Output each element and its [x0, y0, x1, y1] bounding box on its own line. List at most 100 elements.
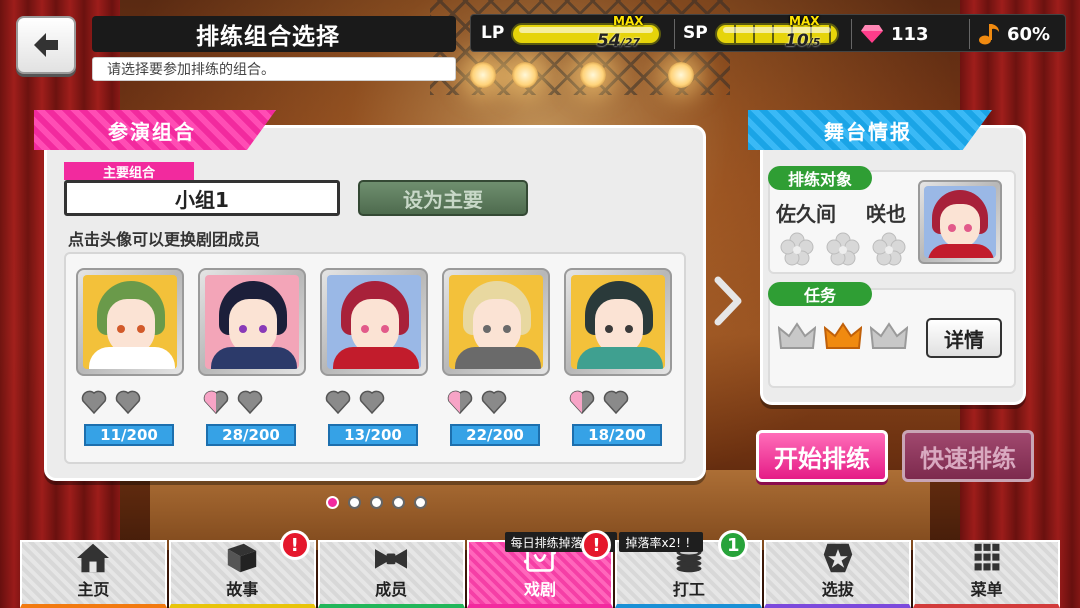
lp-max-label: MAX: [613, 14, 644, 28]
nav-label: 戏剧: [524, 580, 557, 599]
nav-label: 故事: [226, 580, 259, 599]
divider: [674, 19, 675, 49]
member-exp: 11/200: [84, 424, 174, 446]
page-dot[interactable]: [414, 496, 427, 509]
affection-hearts: [568, 388, 672, 414]
stage-info-tag: 舞台情报: [748, 110, 992, 150]
page-title: 排练组合选择: [196, 24, 340, 50]
target-char-first: 佐久间: [776, 202, 836, 226]
affection-hearts: [202, 388, 306, 414]
stage-info-title: 舞台情报: [824, 119, 912, 144]
theater-alert-badge: !: [581, 530, 612, 560]
member-exp: 22/200: [450, 424, 540, 446]
spotlight: [470, 62, 496, 88]
progress-percent: 60%: [1007, 24, 1051, 45]
team-name-field[interactable]: 小组1: [64, 180, 340, 216]
spotlight: [668, 62, 694, 88]
set-main-button[interactable]: 设为主要: [358, 180, 528, 216]
member-avatar-frame[interactable]: [564, 268, 672, 376]
heart-icon: [481, 390, 507, 414]
heart-icon: [237, 390, 263, 414]
mission-detail-button[interactable]: 详情: [926, 318, 1002, 358]
bowtie-icon: [375, 549, 408, 569]
page-dot[interactable]: [370, 496, 383, 509]
next-page-arrow-icon[interactable]: [712, 276, 742, 326]
swap-member-hint: 点击头像可以更换剧团成员: [68, 230, 261, 249]
avatar: [571, 275, 665, 369]
nav-label: 打工: [672, 580, 705, 599]
grid-menu-icon: [974, 543, 1000, 571]
affection-hearts: [324, 388, 428, 414]
heart-icon: [569, 390, 595, 414]
sp-current: 10: [785, 31, 809, 51]
heart-icon: [447, 390, 473, 414]
music-note-icon: [979, 24, 999, 45]
sp-value: 10/5: [785, 31, 820, 51]
spotlight: [512, 62, 538, 88]
lp-max: /27: [620, 36, 640, 49]
member-exp: 18/200: [572, 424, 662, 446]
sp-gauge: [715, 23, 839, 45]
nav-menu[interactable]: 菜单: [913, 540, 1061, 608]
nav-label: 菜单: [970, 580, 1003, 599]
page-subtitle: 请选择要参加排练的组合。: [107, 62, 275, 78]
start-rehearsal-button[interactable]: 开始排练: [756, 430, 888, 482]
target-label: 排练对象: [768, 166, 872, 190]
divider: [851, 19, 852, 49]
lp-current: 54: [597, 31, 621, 51]
nav-work[interactable]: 掉落率x2! ！ 1 打工: [615, 530, 763, 608]
back-button[interactable]: [16, 16, 76, 74]
heart-icon: [325, 390, 351, 414]
avatar: [83, 275, 177, 369]
divider: [969, 19, 970, 49]
page-dot[interactable]: [326, 496, 339, 509]
book-icon: [228, 543, 257, 573]
page-dot[interactable]: [392, 496, 405, 509]
crown-icon: [824, 322, 862, 349]
avatar: [205, 275, 299, 369]
member-card[interactable]: 11/200: [76, 268, 184, 446]
gem-count: 113: [891, 24, 929, 45]
member-avatar-frame[interactable]: [76, 268, 184, 376]
troupe-panel-title: 参演组合: [108, 119, 196, 144]
star-badge-icon: [823, 543, 852, 573]
member-avatar-frame[interactable]: [320, 268, 428, 376]
nav-audition[interactable]: 选拔: [764, 540, 912, 608]
bottom-nav: 主页 ! 故事 成员 每日排练掉落率UP ! 戏剧 掉落率x2! ！ 1 打工 …: [20, 530, 1061, 608]
heart-icon: [359, 390, 385, 414]
house-icon: [77, 543, 110, 573]
sp-max: /5: [808, 36, 821, 49]
nav-label: 选拔: [821, 580, 854, 599]
page-title-bar: 排练组合选择: [92, 16, 456, 52]
flower-icon: [826, 232, 860, 266]
status-bar: LP MAX 54/27 SP MAX 10/5 113 60%: [470, 14, 1066, 52]
nav-members[interactable]: 成员: [317, 540, 465, 608]
avatar: [449, 275, 543, 369]
nav-label: 主页: [77, 580, 110, 599]
page-dot[interactable]: [348, 496, 361, 509]
nav-home[interactable]: 主页: [20, 540, 167, 608]
lp-label: LP: [481, 23, 505, 43]
member-card[interactable]: 22/200: [442, 268, 550, 446]
member-avatar-frame[interactable]: [198, 268, 306, 376]
avatar: [924, 186, 996, 258]
nav-theater[interactable]: 每日排练掉落率UP ! 戏剧: [466, 530, 617, 608]
avatar: [327, 275, 421, 369]
affection-hearts: [446, 388, 550, 414]
heart-icon: [81, 390, 107, 414]
target-avatar[interactable]: [918, 180, 1002, 264]
member-avatar-frame[interactable]: [442, 268, 550, 376]
nav-story[interactable]: ! 故事: [168, 530, 316, 608]
member-card[interactable]: 18/200: [564, 268, 672, 446]
back-arrow-icon: [34, 33, 58, 57]
spotlight: [580, 62, 606, 88]
member-card[interactable]: 13/200: [320, 268, 428, 446]
member-exp: 28/200: [206, 424, 296, 446]
story-alert-badge: !: [279, 530, 310, 560]
member-card[interactable]: 28/200: [198, 268, 306, 446]
crown-icon: [870, 322, 908, 349]
main-team-tag: 主要组合: [64, 162, 194, 181]
flower-icon: [872, 232, 906, 266]
quick-rehearsal-button[interactable]: 快速排练: [902, 430, 1034, 482]
work-count-badge: 1: [718, 530, 749, 560]
